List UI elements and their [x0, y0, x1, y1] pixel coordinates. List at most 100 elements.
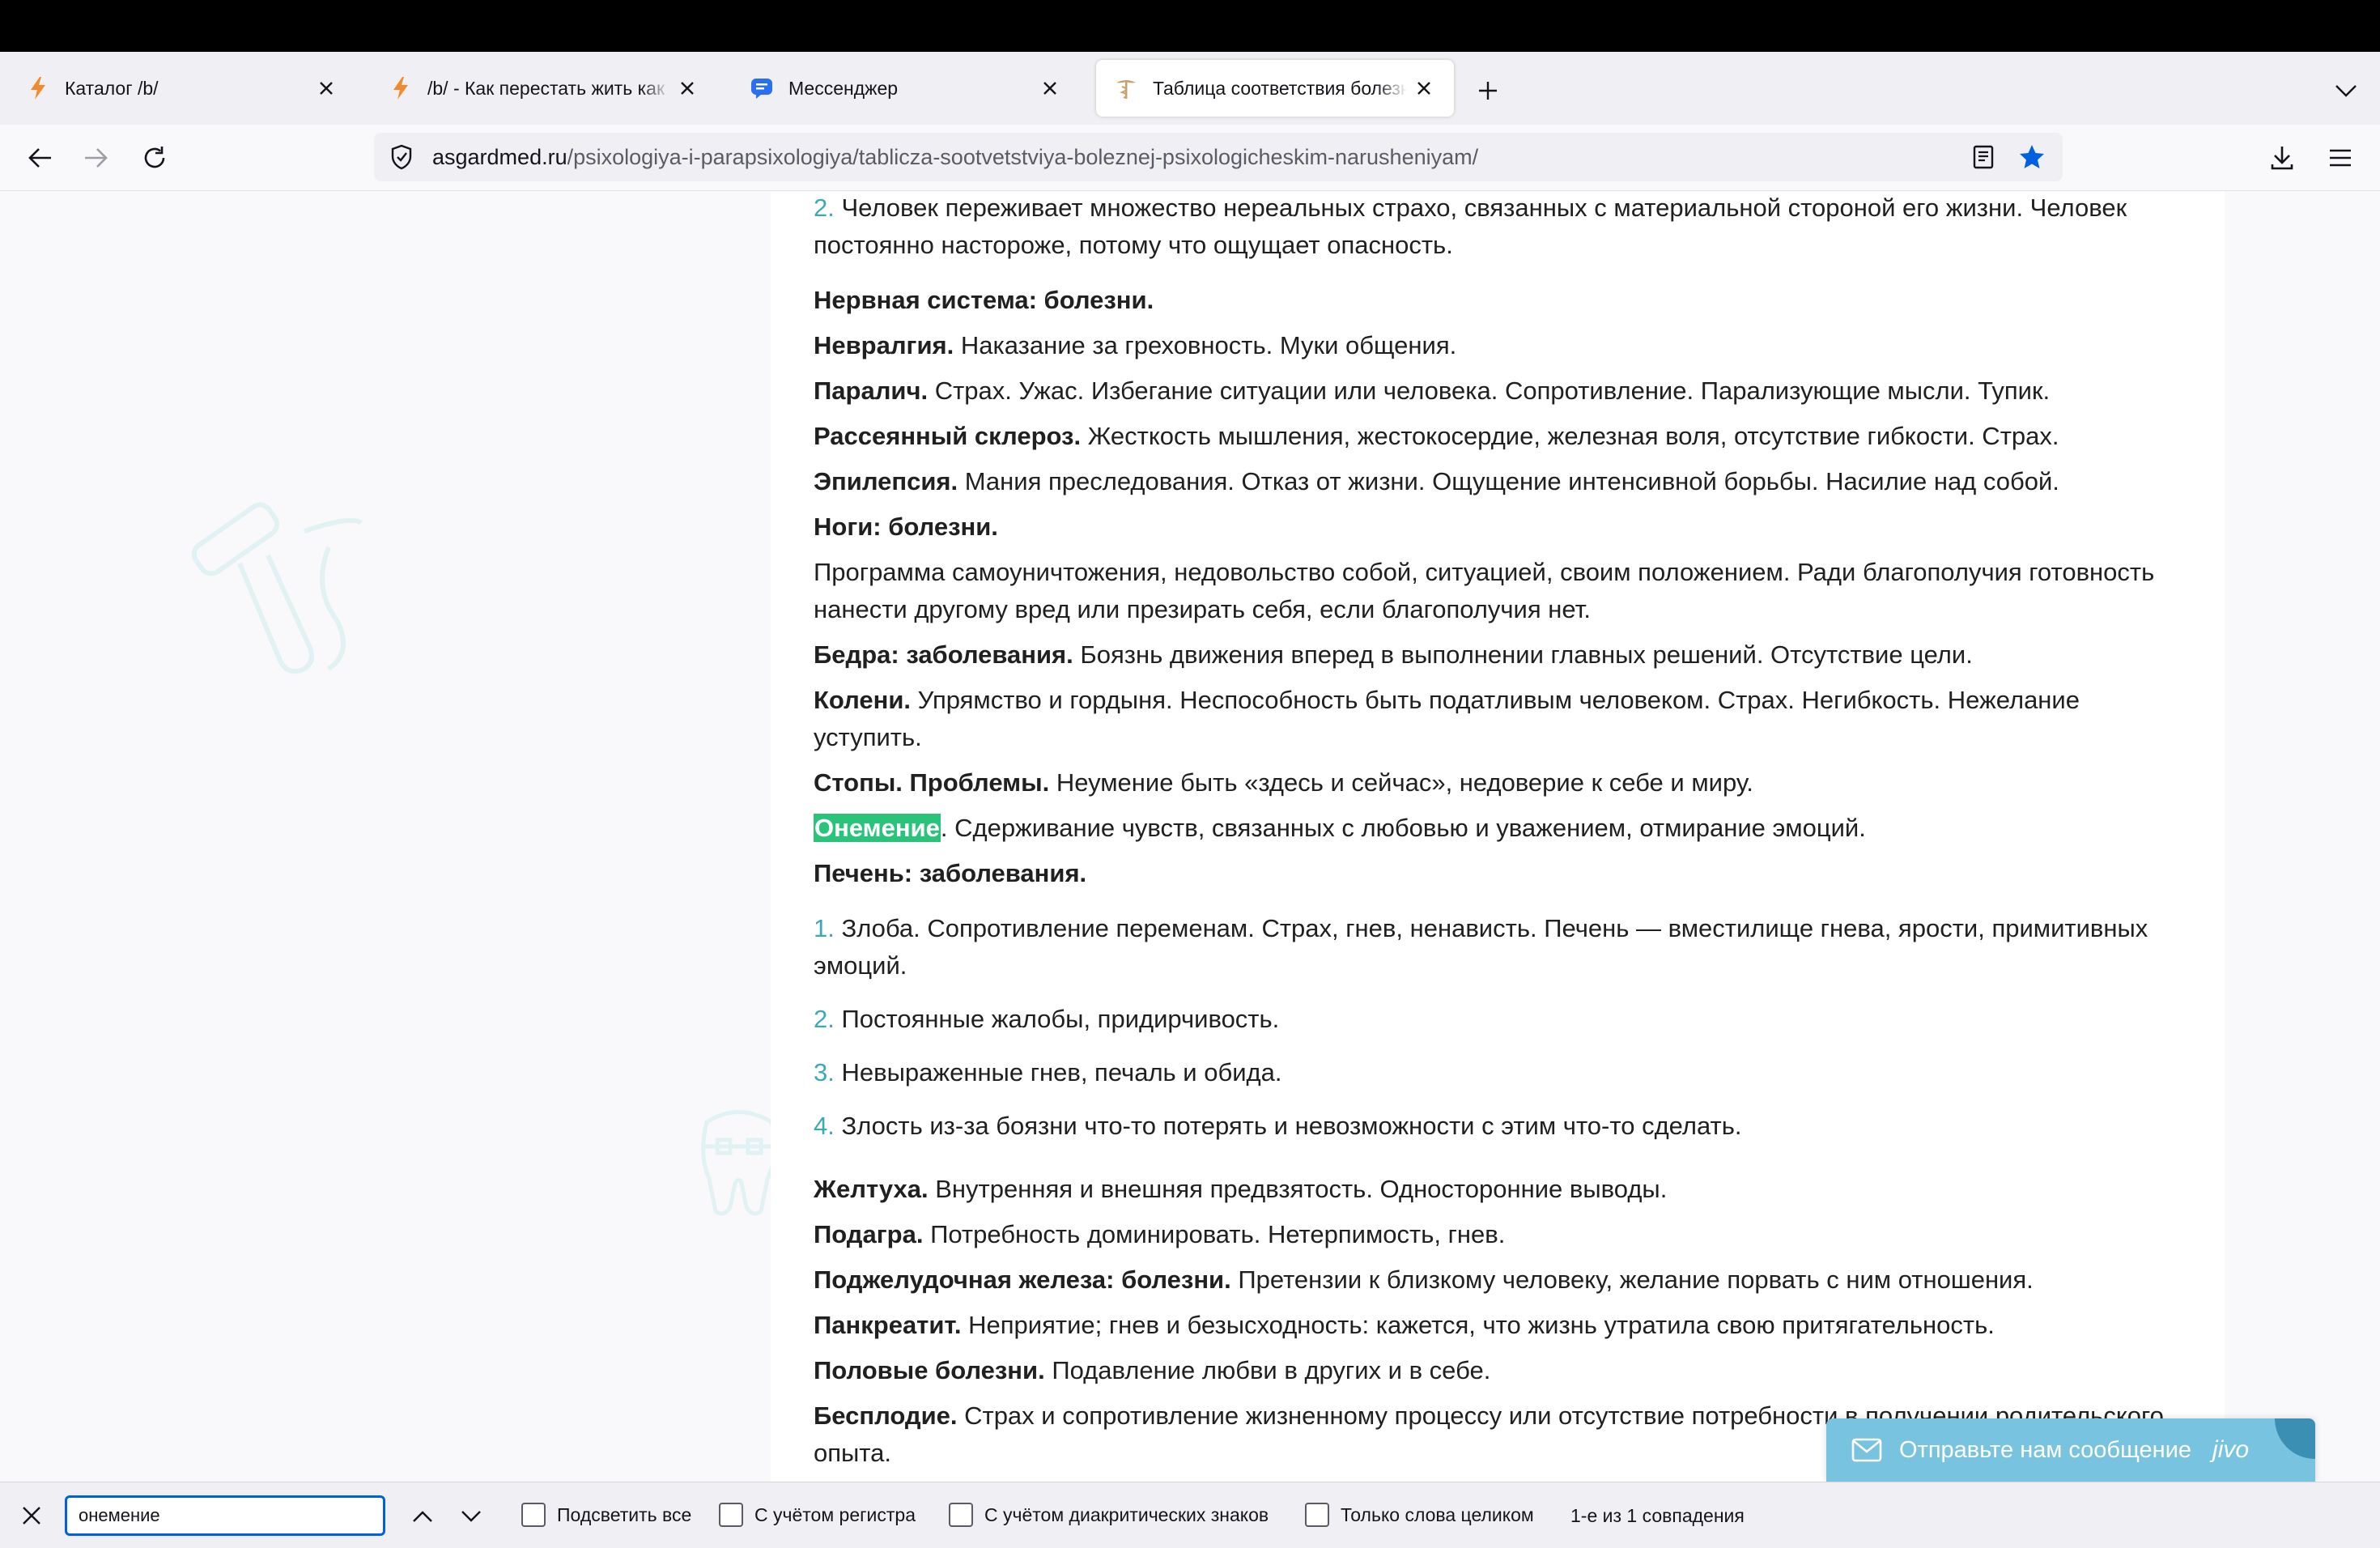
downloads-button[interactable] [2263, 139, 2301, 176]
entry-pancreatitis: Панкреатит. Неприятие; гнев и безысходно… [814, 1307, 2182, 1344]
entry-term: Невралгия. [814, 331, 954, 359]
list-text: Постоянные жалобы, придирчивость. [841, 1005, 1280, 1033]
tab-title: Каталог /b/ [65, 77, 159, 99]
download-icon [2271, 147, 2293, 170]
back-button[interactable] [21, 139, 58, 176]
highlight-all-checkbox[interactable]: Подсветить все [521, 1503, 691, 1527]
checkbox-box[interactable] [719, 1503, 743, 1527]
caduceus-icon [1114, 76, 1138, 100]
list-item: 2. Постоянные жалобы, придирчивость. [814, 1001, 2182, 1038]
entry-text: Боязнь движения вперед в выполнении глав… [1080, 640, 1973, 669]
legs-heading: Ноги: болезни. [814, 512, 998, 541]
entry-term: Рассеянный склероз. [814, 422, 1082, 450]
address-bar[interactable]: asgardmed.ru/psixologiya-i-parapsixologi… [374, 133, 2063, 181]
envelope-icon [1851, 1434, 1883, 1466]
entry-text: Потребность доминировать. Нетерпимость, … [930, 1220, 1506, 1248]
find-input[interactable] [65, 1495, 385, 1536]
entry-term: Желтуха. [814, 1175, 929, 1203]
entry-knees: Колени. Упрямство и гордыня. Неспособнос… [814, 682, 2182, 756]
tab-b-thread[interactable]: /b/ - Как перестать жить как хуесос [371, 60, 717, 117]
section-heading: Печень: заболевания. [814, 855, 2182, 892]
list-item: 4. Злость из-за боязни что-то потерять и… [814, 1108, 2182, 1145]
tab-title: Таблица соответствия болезней психологич… [1153, 77, 1407, 99]
liver-list: 1. Злоба. Сопротивление переменам. Страх… [814, 910, 2182, 1145]
entry-term: Подагра. [814, 1220, 924, 1248]
intro-paragraph: 2. Человек переживает множество нереальн… [814, 189, 2182, 264]
match-case-checkbox[interactable]: С учётом регистра [719, 1503, 916, 1527]
list-text: Злоба. Сопротивление переменам. Страх, г… [814, 914, 2148, 980]
article-body: 2. Человек переживает множество нереальн… [814, 189, 2182, 1480]
url-path: /psixologiya-i-parapsixologiya/tablicza-… [567, 144, 1479, 169]
jivo-logo: jivo [2212, 1436, 2250, 1463]
checkbox-box[interactable] [521, 1503, 546, 1527]
new-tab-button[interactable] [1472, 74, 1504, 107]
url-host: asgardmed.ru [432, 144, 567, 169]
checkbox-box[interactable] [949, 1503, 973, 1527]
find-match-status: 1-е из 1 совпадения [1570, 1505, 1745, 1526]
list-all-tabs-button[interactable] [2330, 74, 2362, 107]
list-number: 4. [814, 1112, 835, 1140]
list-item: 3. Невыраженные гнев, печаль и обида. [814, 1054, 2182, 1091]
entry-text: Упрямство и гордыня. Неспособность быть … [814, 686, 2080, 751]
entry-text: Страх. Ужас. Избегание ситуации или чело… [934, 376, 2051, 405]
entry-pancreas: Поджелудочная железа: болезни. Претензии… [814, 1261, 2182, 1299]
find-next-button[interactable] [455, 1500, 487, 1533]
entry-sclerosis: Рассеянный склероз. Жесткость мышления, … [814, 418, 2182, 455]
tab-disease-table[interactable]: Таблица соответствия болезней психологич… [1096, 60, 1454, 117]
entry-gout: Подагра. Потребность доминировать. Нетер… [814, 1216, 2182, 1253]
close-find-bar-button[interactable] [16, 1500, 47, 1531]
chevron-up-icon [413, 1511, 432, 1522]
tab-catalog[interactable]: Каталог /b/ [8, 60, 356, 117]
close-tab-icon[interactable] [314, 76, 338, 100]
whole-words-checkbox[interactable]: Только слова целиком [1305, 1503, 1534, 1527]
find-previous-button[interactable] [406, 1500, 439, 1533]
entry-term: Половые болезни. [814, 1356, 1045, 1384]
reader-view-icon[interactable] [1969, 142, 1998, 172]
shield-icon[interactable] [387, 142, 416, 172]
section-heading: Нервная система: болезни. [814, 282, 2182, 319]
entry-term: Бесплодие. [814, 1401, 958, 1430]
arrow-right-icon [85, 148, 108, 168]
navigation-toolbar: asgardmed.ru/psixologiya-i-parapsixologi… [0, 125, 2380, 191]
list-number: 3. [814, 1058, 835, 1087]
list-number: 1. [814, 914, 835, 942]
lightning-icon [26, 76, 50, 100]
chat-widget-button[interactable]: Отправьте нам сообщение jivo [1826, 1418, 2315, 1482]
nervous-heading: Нервная система: болезни. [814, 286, 1154, 314]
chat-widget-corner [2275, 1418, 2315, 1459]
match-diacritics-checkbox[interactable]: С учётом диакритических знаков [949, 1503, 1269, 1527]
checkbox-label: Только слова целиком [1341, 1503, 1534, 1525]
chevron-down-icon [461, 1511, 481, 1522]
close-tab-icon[interactable] [675, 76, 699, 100]
reflex-hammer-icon [191, 502, 363, 674]
forward-button[interactable] [78, 139, 115, 176]
checkbox-box[interactable] [1305, 1503, 1329, 1527]
entry-term: Эпилепсия. [814, 467, 958, 495]
plus-icon [1479, 82, 1497, 100]
checkbox-label: С учётом регистра [754, 1503, 916, 1525]
close-tab-icon[interactable] [1038, 76, 1062, 100]
entry-feet: Стопы. Проблемы. Неумение быть «здесь и … [814, 764, 2182, 802]
entry-numbness: Онемение. Сдерживание чувств, связанных … [814, 810, 2182, 847]
entry-term: Колени. [814, 686, 912, 714]
entry-text: Жесткость мышления, жестокосердие, желез… [1087, 422, 2059, 450]
reload-button[interactable] [136, 139, 173, 176]
list-text: Злость из-за боязни что-то потерять и не… [841, 1112, 1742, 1140]
chevron-down-icon [2335, 85, 2357, 97]
chat-widget-label: Отправьте нам сообщение [1899, 1436, 2192, 1463]
entry-text: Претензии к близкому человеку, желание п… [1238, 1265, 2034, 1294]
list-number: 2. [814, 194, 835, 222]
entry-text: Внутренняя и внешняя предвзятость. Однос… [935, 1175, 1668, 1203]
app-menu-button[interactable] [2322, 139, 2359, 176]
list-text: Невыраженные гнев, печаль и обида. [841, 1058, 1282, 1087]
entry-jaundice: Желтуха. Внутренняя и внешняя предвзятос… [814, 1171, 2182, 1208]
tab-messenger[interactable]: Мессенджер [732, 60, 1080, 117]
legs-paragraph: Программа самоуничтожения, недовольство … [814, 558, 2155, 623]
close-tab-icon[interactable] [1412, 76, 1436, 100]
entry-neuralgia: Невралгия. Наказание за греховность. Мук… [814, 327, 2182, 364]
entry-term: Панкреатит. [814, 1311, 962, 1339]
list-number: 2. [814, 1005, 835, 1033]
arrow-left-icon [28, 148, 51, 168]
bookmark-star-icon[interactable] [2017, 142, 2046, 172]
lightning-icon [389, 76, 413, 100]
